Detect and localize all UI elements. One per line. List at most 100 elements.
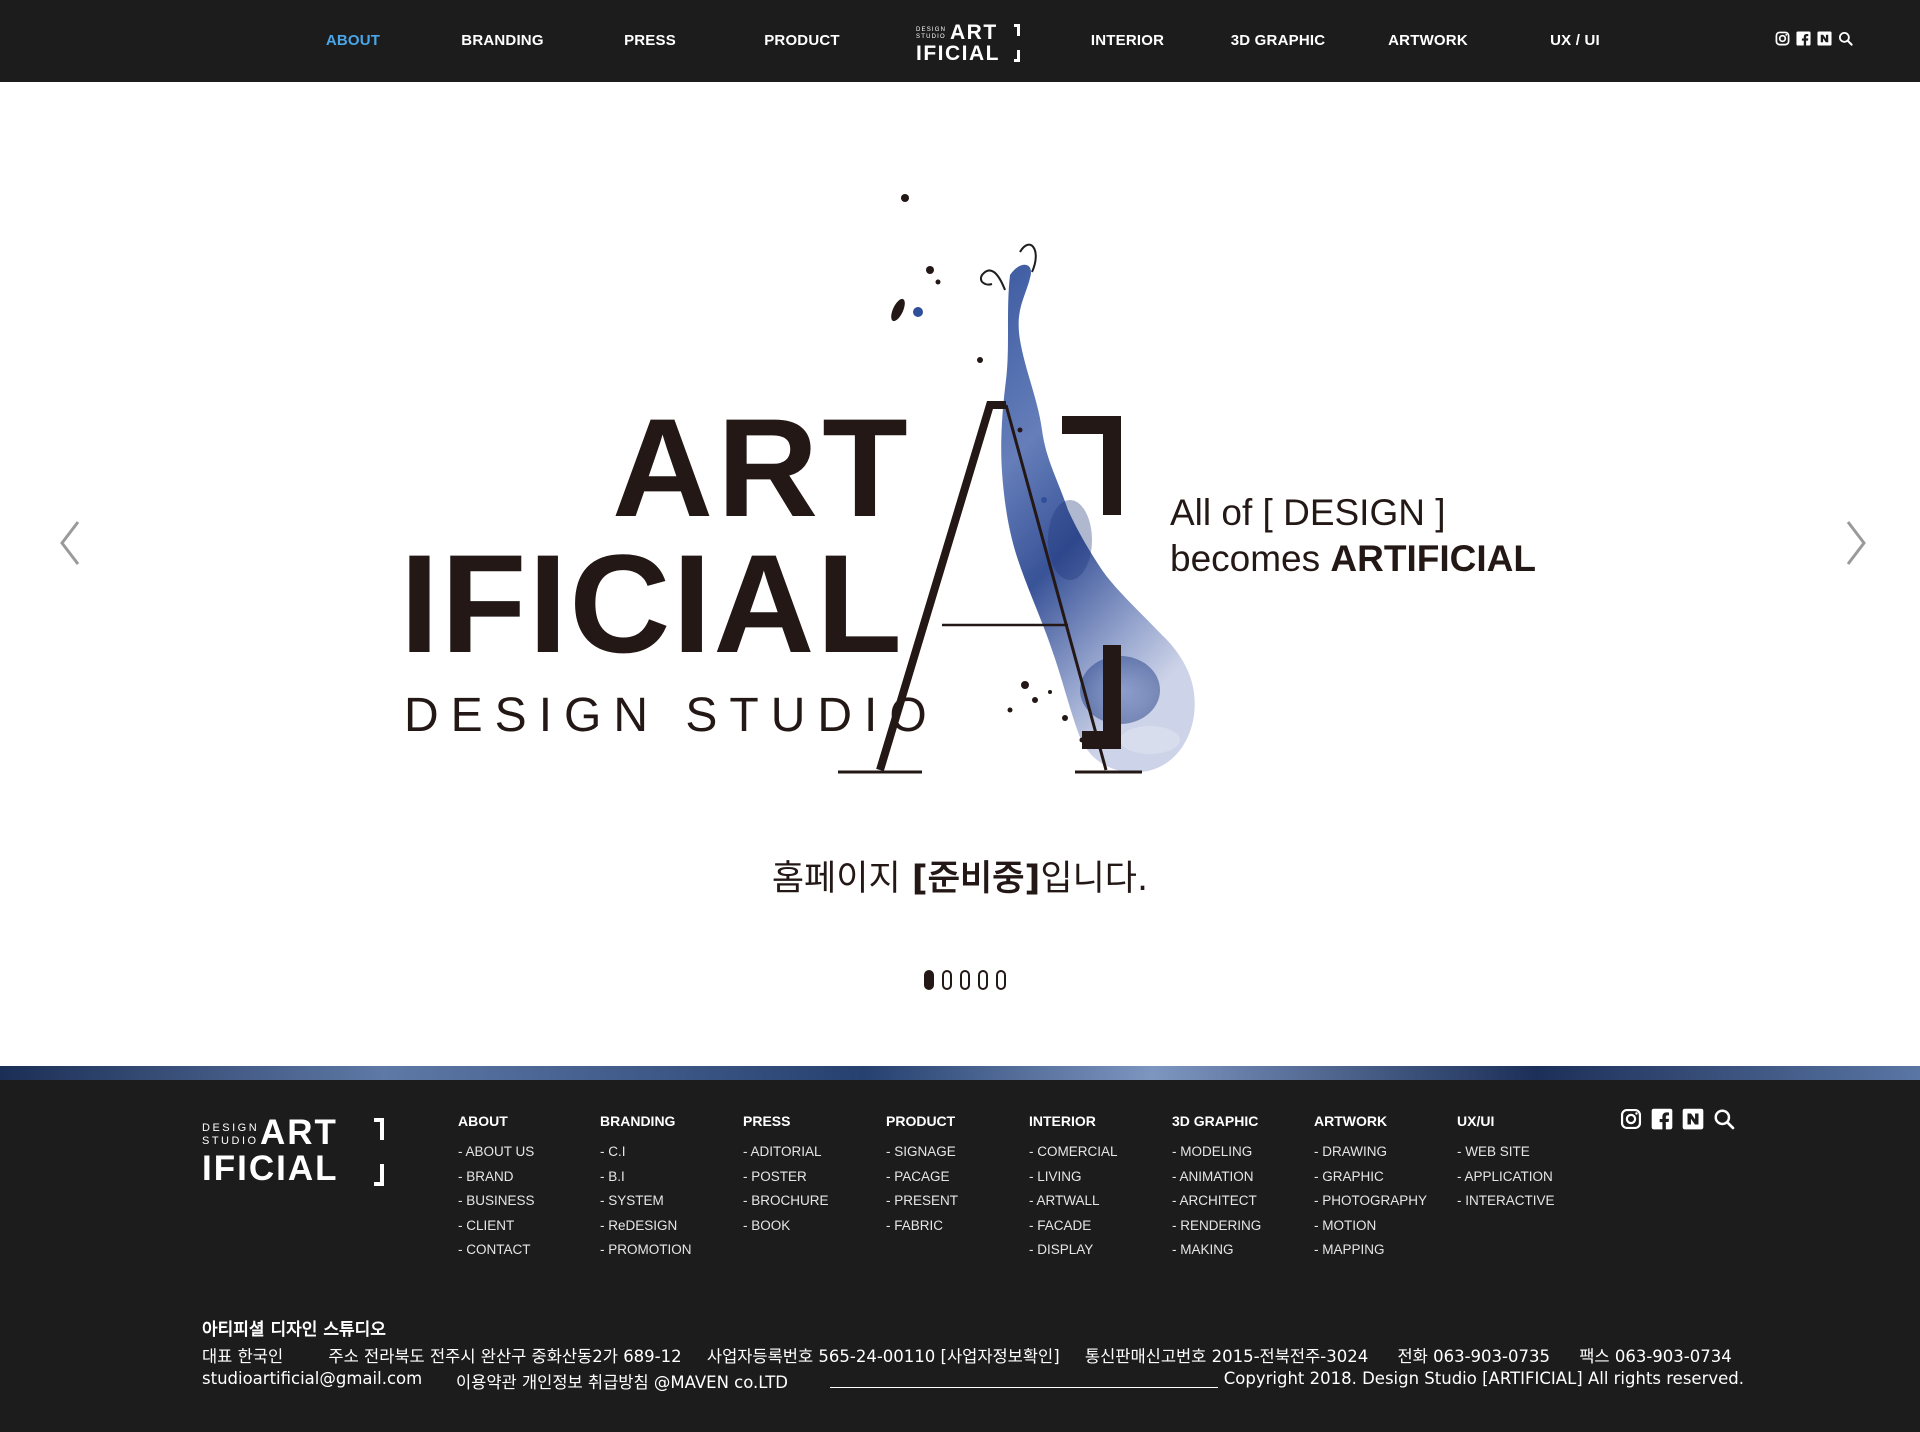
footer-link[interactable]: - ARCHITECT [1172,1189,1261,1214]
instagram-icon[interactable] [1775,31,1790,46]
footer-col-heading[interactable]: PRESS [743,1112,829,1130]
prev-slide-arrow-icon[interactable] [56,518,86,568]
slide-dot[interactable] [996,970,1006,990]
footer-link[interactable]: - MAPPING [1314,1238,1427,1263]
footer-divider [830,1387,1218,1388]
logo-word-ificial: IFICIAL [916,42,1000,65]
footer-col-heading[interactable]: INTERIOR [1029,1112,1118,1130]
slide-dot[interactable] [924,970,934,990]
footer-link[interactable]: - B.I [600,1165,692,1190]
nav-product[interactable]: PRODUCT [757,0,847,82]
footer-col-product: PRODUCT - SIGNAGE - PACAGE - PRESENT - F… [886,1112,958,1238]
footer-col-interior: INTERIOR - COMERCIAL - LIVING - ARTWALL … [1029,1112,1118,1263]
footer-ink-band [0,1066,1920,1080]
footer-col-about: ABOUT - ABOUT US - BRAND - BUSINESS - CL… [458,1112,535,1263]
footer-col-ux-ui: UX/UI - WEB SITE - APPLICATION - INTERAC… [1457,1112,1555,1214]
footer-link[interactable]: - BRAND [458,1165,535,1190]
logo-bracket-top [1014,24,1020,36]
footer-fax: 팩스 063-903-0734 [1579,1347,1732,1366]
footer-link[interactable]: - MODELING [1172,1140,1261,1165]
footer-col-heading[interactable]: UX/UI [1457,1112,1555,1130]
footer-link[interactable]: - CONTACT [458,1238,535,1263]
hero-design-studio: DESIGN STUDIO [404,689,939,742]
footer-link[interactable]: - BROCHURE [743,1189,829,1214]
nav-about[interactable]: ABOUT [318,0,388,82]
nav-interior[interactable]: INTERIOR [1085,0,1170,82]
footer-link[interactable]: - PRESENT [886,1189,958,1214]
footer-link[interactable]: - SYSTEM [600,1189,692,1214]
footer-logo-bracket-bottom [374,1164,384,1186]
footer-social-icons [1620,1108,1735,1130]
footer-copyright: Copyright 2018. Design Studio [ARTIFICIA… [1223,1369,1744,1388]
search-icon[interactable] [1713,1108,1735,1130]
footer-col-heading[interactable]: PRODUCT [886,1112,958,1130]
footer-col-heading[interactable]: BRANDING [600,1112,692,1130]
footer-link[interactable]: - ANIMATION [1172,1165,1261,1190]
slide-dot[interactable] [978,970,988,990]
footer-col-branding: BRANDING - C.I - B.I - SYSTEM - ReDESIGN… [600,1112,692,1263]
footer-link[interactable]: - MOTION [1314,1214,1427,1239]
preparing-notice: 홈페이지 [준비중]입니다. [0,850,1920,901]
footer-col-heading[interactable]: ABOUT [458,1112,535,1130]
footer-col-heading[interactable]: ARTWORK [1314,1112,1427,1130]
footer-link[interactable]: - BUSINESS [458,1189,535,1214]
footer-link[interactable]: - CLIENT [458,1214,535,1239]
nav-3d-graphic[interactable]: 3D GRAPHIC [1228,0,1328,82]
nav-artwork[interactable]: ARTWORK [1383,0,1473,82]
hero-word-art: ART [612,389,912,546]
footer-link[interactable]: - DRAWING [1314,1140,1427,1165]
slide-dot[interactable] [960,970,970,990]
nav-branding[interactable]: BRANDING [455,0,550,82]
facebook-icon[interactable] [1796,31,1811,46]
naver-icon[interactable] [1682,1108,1704,1130]
footer-link[interactable]: - ARTWALL [1029,1189,1118,1214]
footer-link[interactable]: - ADITORIAL [743,1140,829,1165]
footer-policy-links[interactable]: 이용약관 개인정보 취급방침 @MAVEN co.LTD [456,1369,788,1393]
footer-link[interactable]: - APPLICATION [1457,1165,1555,1190]
instagram-icon[interactable] [1620,1108,1642,1130]
footer-col-heading[interactable]: 3D GRAPHIC [1172,1112,1261,1130]
footer-link[interactable]: - WEB SITE [1457,1140,1555,1165]
nav-press[interactable]: PRESS [615,0,685,82]
tagline-line1: All of [ DESIGN ] [1170,492,1446,533]
logo-small-design: DESIGN [916,27,947,33]
footer-link[interactable]: - FACADE [1029,1214,1118,1239]
footer-link[interactable]: - PACAGE [886,1165,958,1190]
footer-link[interactable]: - C.I [600,1140,692,1165]
footer-link[interactable]: - INTERACTIVE [1457,1189,1555,1214]
facebook-icon[interactable] [1651,1108,1673,1130]
tagline-line2: becomes ARTIFICIAL [1170,536,1536,582]
tagline-bold: ARTIFICIAL [1330,538,1536,579]
footer-link[interactable]: - ABOUT US [458,1140,535,1165]
footer-link[interactable]: - COMERCIAL [1029,1140,1118,1165]
next-slide-arrow-icon[interactable] [1840,518,1870,568]
footer-link[interactable]: - ReDESIGN [600,1214,692,1239]
footer-link[interactable]: - RENDERING [1172,1214,1261,1239]
footer-business-number: 사업자등록번호 565-24-00110 [사업자정보확인] [706,1347,1060,1366]
footer-col-3d-graphic: 3D GRAPHIC - MODELING - ANIMATION - ARCH… [1172,1112,1261,1263]
footer-link[interactable]: - PHOTOGRAPHY [1314,1189,1427,1214]
notice-prefix: 홈페이지 [771,859,912,899]
logo-small-studio: STUDIO [916,34,946,40]
footer-link[interactable]: - BOOK [743,1214,829,1239]
notice-suffix: 입니다. [1040,859,1149,899]
header-logo[interactable]: DESIGN STUDIO ART IFICIAL [916,22,1026,66]
slide-dot[interactable] [942,970,952,990]
footer-company-name: 아티피셜 디자인 스튜디오 [202,1320,386,1340]
footer-link[interactable]: - POSTER [743,1165,829,1190]
footer-logo-bracket-top [374,1118,384,1140]
footer-link[interactable]: - DISPLAY [1029,1238,1118,1263]
footer-logo[interactable]: DESIGN STUDIO ART IFICIAL [202,1115,392,1186]
footer-link[interactable]: - FABRIC [886,1214,958,1239]
footer-link[interactable]: - SIGNAGE [886,1140,958,1165]
naver-icon[interactable] [1817,31,1832,46]
search-icon[interactable] [1838,31,1853,46]
footer-link[interactable]: - GRAPHIC [1314,1165,1427,1190]
top-navigation-bar: ABOUT BRANDING PRESS PRODUCT DESIGN STUD… [0,0,1920,82]
footer-link[interactable]: - LIVING [1029,1165,1118,1190]
footer-email[interactable]: studioartificial@gmail.com [202,1369,422,1388]
notice-bold: [준비중] [911,859,1041,899]
footer-link[interactable]: - MAKING [1172,1238,1261,1263]
footer-link[interactable]: - PROMOTION [600,1238,692,1263]
nav-ux-ui[interactable]: UX / UI [1545,0,1605,82]
